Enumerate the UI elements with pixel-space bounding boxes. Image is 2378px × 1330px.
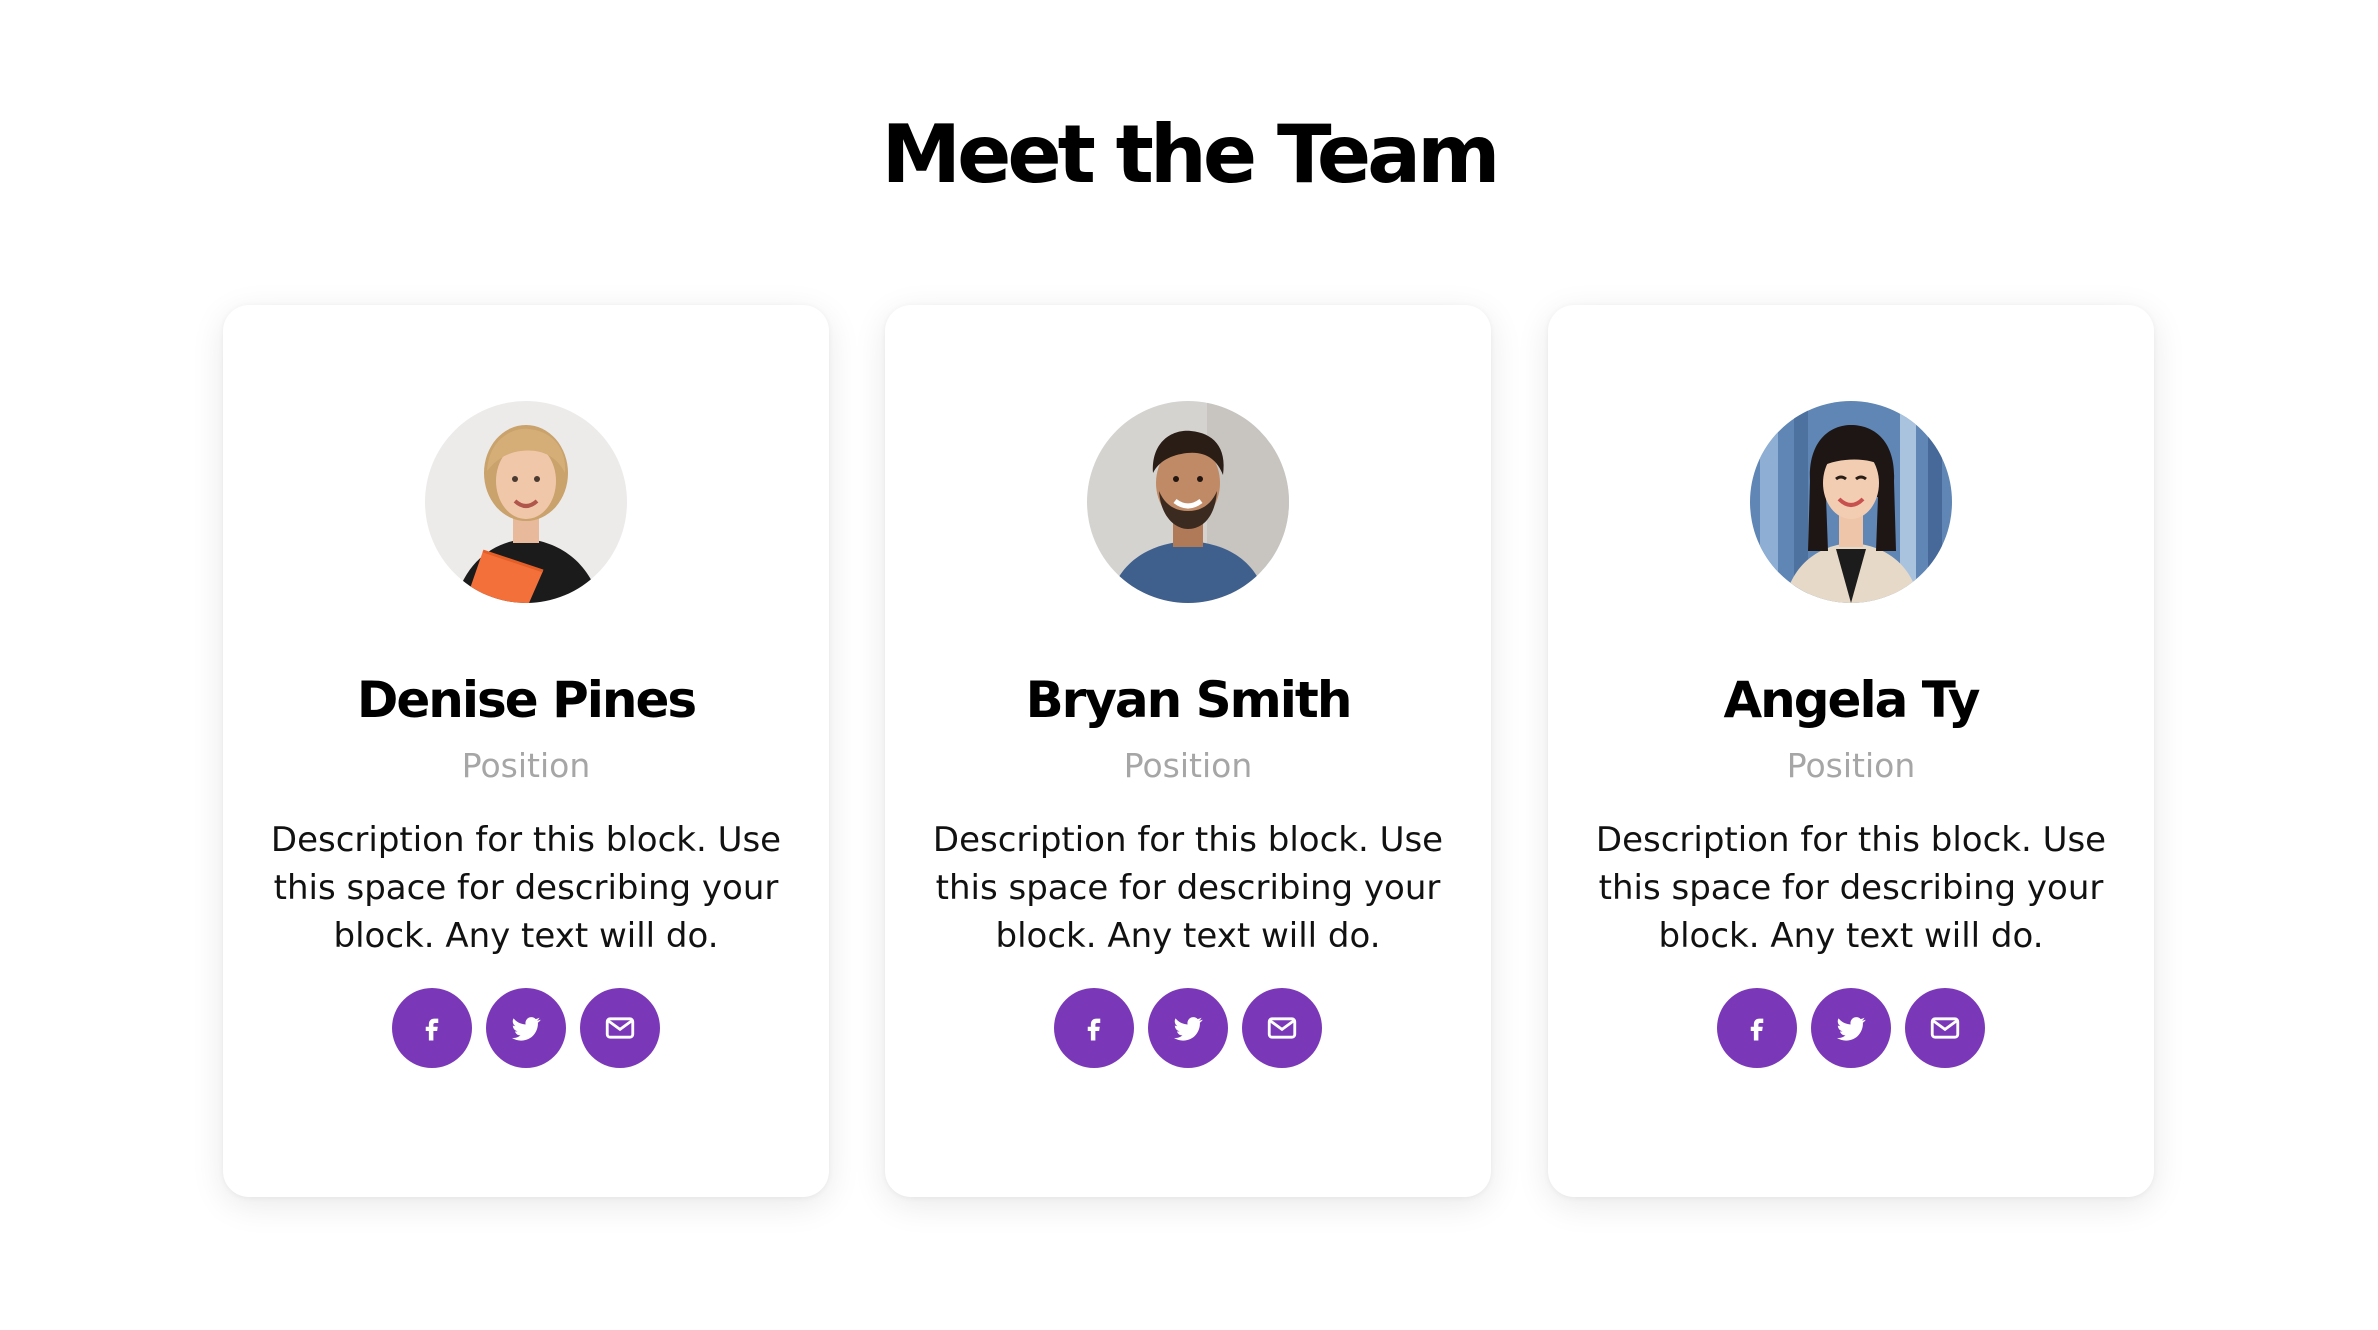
- member-position: Position: [461, 746, 591, 785]
- facebook-icon: [1750, 1018, 1764, 1041]
- team-card-denise-pines: Denise Pines Position Description for th…: [223, 305, 829, 1197]
- twitter-icon: [511, 1017, 541, 1041]
- member-name: Bryan Smith: [1025, 671, 1353, 729]
- email-button[interactable]: [1905, 988, 1985, 1068]
- team-section: Meet the Team Denise Pines Position Desc…: [0, 0, 2378, 1330]
- twitter-button[interactable]: [1148, 988, 1228, 1068]
- member-description: Description for this block. Use this spa…: [932, 820, 1444, 956]
- twitter-icon: [1173, 1017, 1203, 1041]
- email-icon: [1930, 1017, 1960, 1039]
- twitter-button[interactable]: [1811, 988, 1891, 1068]
- social-links: [1548, 988, 2154, 1068]
- team-card-angela-ty: Angela Ty Position Description for this …: [1548, 305, 2154, 1197]
- member-position: Position: [1123, 746, 1253, 785]
- facebook-icon: [425, 1018, 439, 1041]
- member-description: Description for this block. Use this spa…: [270, 820, 782, 956]
- member-name: Denise Pines: [356, 671, 697, 729]
- social-links: [223, 988, 829, 1068]
- twitter-button[interactable]: [486, 988, 566, 1068]
- email-button[interactable]: [580, 988, 660, 1068]
- avatar: [1750, 401, 1952, 603]
- email-button[interactable]: [1242, 988, 1322, 1068]
- avatar: [1087, 401, 1289, 603]
- facebook-button[interactable]: [1054, 988, 1134, 1068]
- facebook-button[interactable]: [1717, 988, 1797, 1068]
- email-icon: [1267, 1017, 1297, 1039]
- team-card-bryan-smith: Bryan Smith Position Description for thi…: [885, 305, 1491, 1197]
- member-name: Angela Ty: [1723, 671, 1980, 729]
- avatar: [425, 401, 627, 603]
- email-icon: [605, 1017, 635, 1039]
- member-position: Position: [1786, 746, 1916, 785]
- facebook-icon: [1087, 1018, 1101, 1041]
- member-description: Description for this block. Use this spa…: [1595, 820, 2107, 956]
- facebook-button[interactable]: [392, 988, 472, 1068]
- twitter-icon: [1836, 1017, 1866, 1041]
- social-links: [885, 988, 1491, 1068]
- section-title: Meet the Team: [881, 108, 1500, 201]
